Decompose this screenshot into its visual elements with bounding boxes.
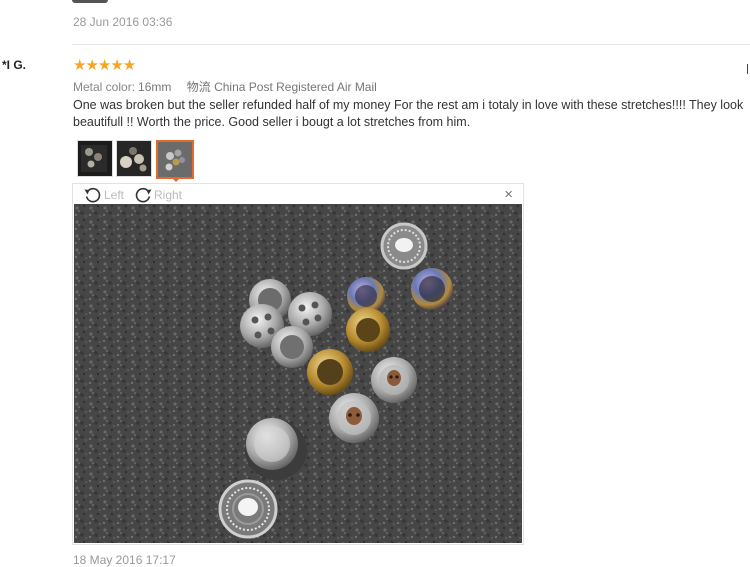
- edge-marker: [747, 64, 748, 74]
- plug-steel-mid: [271, 326, 313, 368]
- rotate-left-icon: [84, 187, 101, 203]
- rotate-right-label: Right: [154, 187, 183, 202]
- review-photo-thumbnail-3[interactable]: [156, 140, 194, 179]
- rotate-right-icon: [135, 187, 152, 203]
- close-icon[interactable]: ×: [504, 187, 513, 202]
- plug-top-right-ornate: [380, 222, 428, 270]
- reviewer-name: *I G.: [2, 58, 27, 72]
- plug-gold-left: [307, 349, 353, 395]
- review-photo-thumbnail-2[interactable]: [116, 140, 152, 177]
- rotate-left-button[interactable]: Left: [83, 186, 124, 203]
- shipping-label: 物流: [186, 80, 211, 94]
- selected-thumbnail-caret: [171, 177, 181, 182]
- previous-review-photo-thumbnail[interactable]: [72, 0, 108, 3]
- review-photo-thumbnail-1[interactable]: [77, 140, 113, 177]
- plug-bottom-ornate: [218, 479, 278, 539]
- review-photo-large: [74, 204, 522, 543]
- plug-gold-right: [346, 308, 390, 352]
- plug-rainbow-right: [411, 268, 453, 310]
- rotate-right-button[interactable]: Right: [133, 186, 182, 203]
- metal-color-label: Metal color:: [73, 80, 136, 94]
- photo-viewer: Left Right ×: [72, 183, 524, 545]
- shipping-method: China Post Registered Air Mail: [214, 80, 377, 94]
- review-text: One was broken but the seller refunded h…: [73, 98, 744, 129]
- star-rating: ★★★★★: [73, 57, 136, 74]
- rotate-left-label: Left: [104, 187, 125, 202]
- plug-skull-center: [329, 393, 379, 443]
- review-divider: [72, 44, 750, 45]
- metal-color-value: 16mm: [138, 80, 172, 94]
- plug-skull-right: [371, 357, 417, 403]
- previous-review-date: 28 Jun 2016 03:36: [73, 15, 173, 29]
- order-info: Metal color: 16mm 物流 China Post Registere…: [73, 78, 377, 95]
